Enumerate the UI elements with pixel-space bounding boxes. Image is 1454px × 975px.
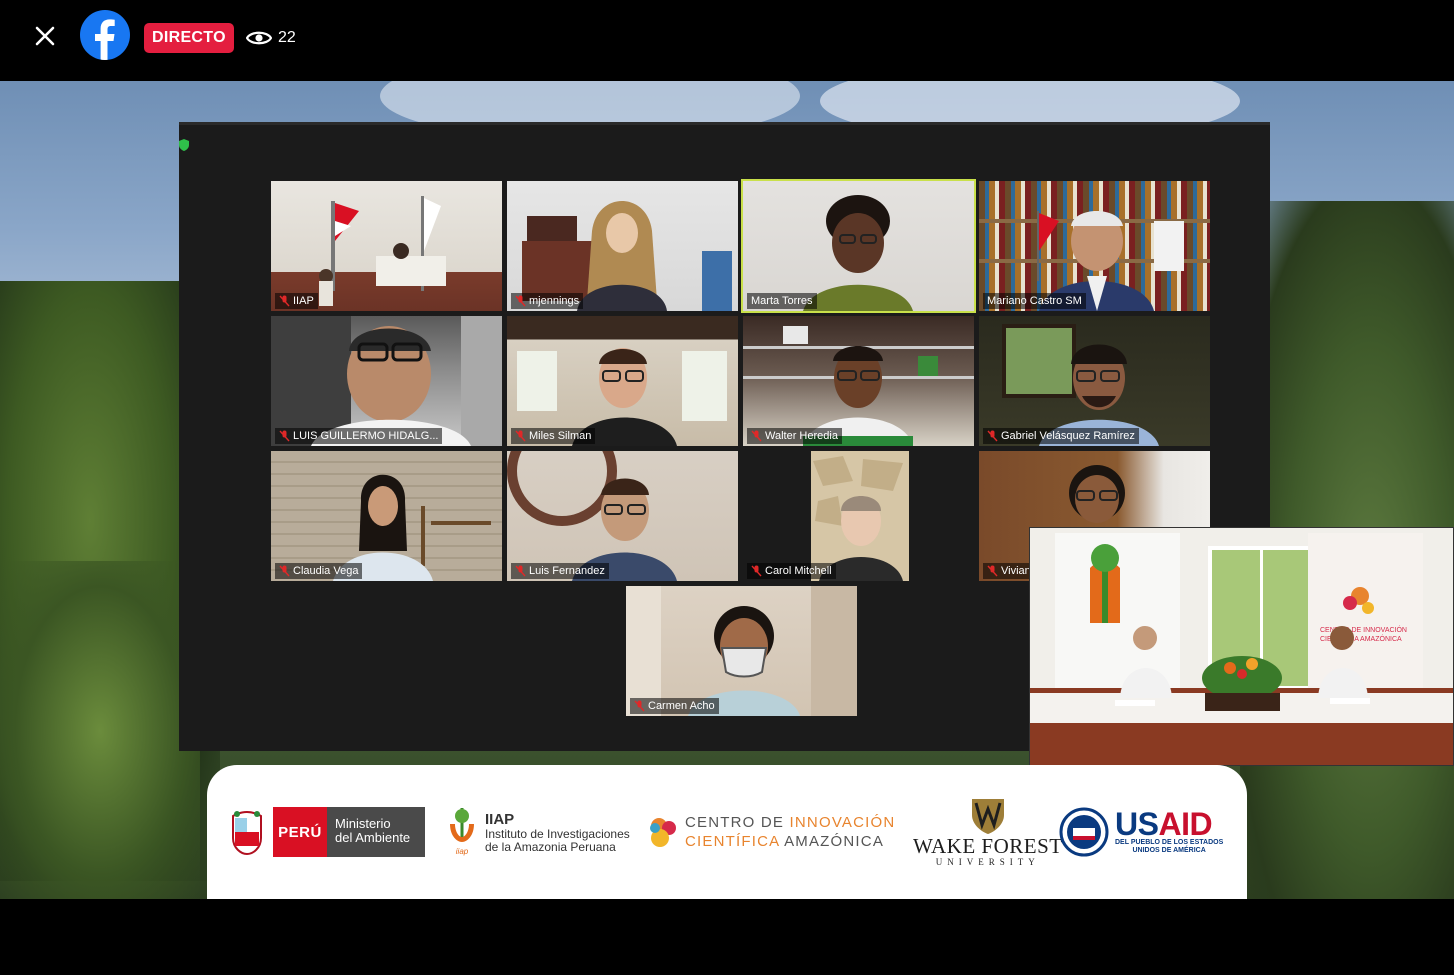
participant-name: Carmen Acho xyxy=(630,698,719,714)
participant-name: Marta Torres xyxy=(747,293,817,309)
in-room-camera-feed[interactable]: CENTRO DE INNOVACIÓN CIENTÍFICA AMAZÓNIC… xyxy=(1029,527,1454,766)
participant-tile[interactable]: Gabriel Velásquez Ramírez xyxy=(979,316,1210,446)
participant-name: Gabriel Velásquez Ramírez xyxy=(983,428,1139,444)
room-scene xyxy=(507,451,677,581)
participant-name: LUIS GUILLERMO HIDALG... xyxy=(275,428,443,444)
participant-tile[interactable]: Miles Silman xyxy=(507,316,738,446)
iiap-logo: iiap IIAP Instituto de Investigaciones d… xyxy=(447,765,630,899)
living-room-scene xyxy=(517,348,727,446)
muted-mic-icon xyxy=(987,565,998,577)
minam-logo: PERÚ Ministerio del Ambiente xyxy=(229,765,425,899)
muted-mic-icon xyxy=(279,295,290,307)
iiap-emblem-icon: iiap xyxy=(450,808,474,856)
participant-tile[interactable]: Walter Heredia xyxy=(743,316,974,446)
participant-tile[interactable]: Claudia Vega xyxy=(271,451,502,581)
stone-wall-scene xyxy=(811,451,909,581)
participant-tile[interactable]: IIAP xyxy=(271,181,502,311)
muted-mic-icon xyxy=(515,295,526,307)
participant-name: IIAP xyxy=(275,293,318,309)
wake-forest-shield-icon xyxy=(971,799,1004,834)
room-scene xyxy=(626,586,857,716)
usaid-logo: USAID DEL PUEBLO DE LOS ESTADOS UNIDOS D… xyxy=(1059,765,1223,899)
cia-wordmark: CENTRO DE INNOVACIÓN CIENTÍFICA AMAZÓNIC… xyxy=(685,814,896,850)
peru-coat-of-arms-icon xyxy=(232,810,262,856)
participant-name: Miles Silman xyxy=(511,428,596,444)
muted-mic-icon xyxy=(751,430,762,442)
close-icon[interactable] xyxy=(30,21,60,51)
room-scene xyxy=(333,474,491,581)
wake-forest-logo: WAKE FOREST UNIVERSITY xyxy=(913,765,1063,899)
participant-tile[interactable]: Luis Fernandez xyxy=(507,451,738,581)
peru-label: PERÚ xyxy=(273,807,327,857)
shelf-scene xyxy=(743,326,974,446)
participant-name: Luis Fernandez xyxy=(511,563,609,579)
usaid-seal-icon xyxy=(1059,807,1109,857)
sponsor-logos: PERÚ Ministerio del Ambiente iiap IIAP I… xyxy=(207,765,1247,899)
signing-ceremony-scene: CENTRO DE INNOVACIÓN CIENTÍFICA AMAZÓNIC… xyxy=(1030,528,1453,765)
iiap-wordmark: IIAP Instituto de Investigaciones de la … xyxy=(485,810,630,854)
player-controls-bar xyxy=(0,899,1454,975)
participant-name: Walter Heredia xyxy=(747,428,842,444)
office-scene xyxy=(319,196,446,306)
participant-name: mjennings xyxy=(511,293,584,309)
participant-name: Mariano Castro SM xyxy=(983,293,1086,309)
muted-mic-icon xyxy=(515,430,526,442)
participant-tile-active-speaker[interactable]: Marta Torres xyxy=(741,179,976,313)
muted-mic-icon xyxy=(751,565,762,577)
ministry-label: Ministerio del Ambiente xyxy=(327,807,425,857)
participant-tile[interactable]: LUIS GUILLERMO HIDALG... xyxy=(271,316,502,446)
minam-wordmark: PERÚ Ministerio del Ambiente xyxy=(273,807,425,857)
shield-icon xyxy=(179,139,189,151)
tree-left-lower xyxy=(0,561,200,899)
usaid-wordmark: USAID DEL PUEBLO DE LOS ESTADOS UNIDOS D… xyxy=(1115,806,1224,854)
viewer-count: 22 xyxy=(278,29,296,46)
video-player[interactable]: IIAP mjennings Marta Torres Mariano Cast… xyxy=(0,81,1454,899)
muted-mic-icon xyxy=(515,565,526,577)
muted-mic-icon xyxy=(987,430,998,442)
muted-mic-icon xyxy=(279,565,290,577)
bookshelf-scene xyxy=(979,211,1210,311)
muted-mic-icon xyxy=(279,430,290,442)
participant-name: Claudia Vega xyxy=(275,563,363,579)
live-badge: DIRECTO xyxy=(144,23,234,53)
live-header: DIRECTO 22 xyxy=(0,0,1454,81)
participant-tile[interactable]: mjennings xyxy=(507,181,738,311)
cia-logo: CENTRO DE INNOVACIÓN CIENTÍFICA AMAZÓNIC… xyxy=(647,765,895,899)
car-scene xyxy=(271,316,502,446)
muted-mic-icon xyxy=(634,700,645,712)
participant-tile[interactable]: Carmen Acho xyxy=(626,586,857,716)
room-scene xyxy=(803,195,913,311)
facebook-logo-icon[interactable] xyxy=(80,10,130,60)
room-scene xyxy=(522,201,732,311)
participant-name: Carol Mitchell xyxy=(747,563,836,579)
svg-text:iiap: iiap xyxy=(456,847,469,856)
participant-tile[interactable]: Mariano Castro SM xyxy=(979,181,1210,311)
cia-circles-icon xyxy=(650,818,676,847)
window-scene xyxy=(1002,324,1159,446)
viewer-counter: 22 xyxy=(246,26,296,50)
participant-name: Vivian xyxy=(983,563,1035,579)
eye-icon xyxy=(246,31,272,45)
participant-tile[interactable]: Carol Mitchell xyxy=(743,451,974,581)
